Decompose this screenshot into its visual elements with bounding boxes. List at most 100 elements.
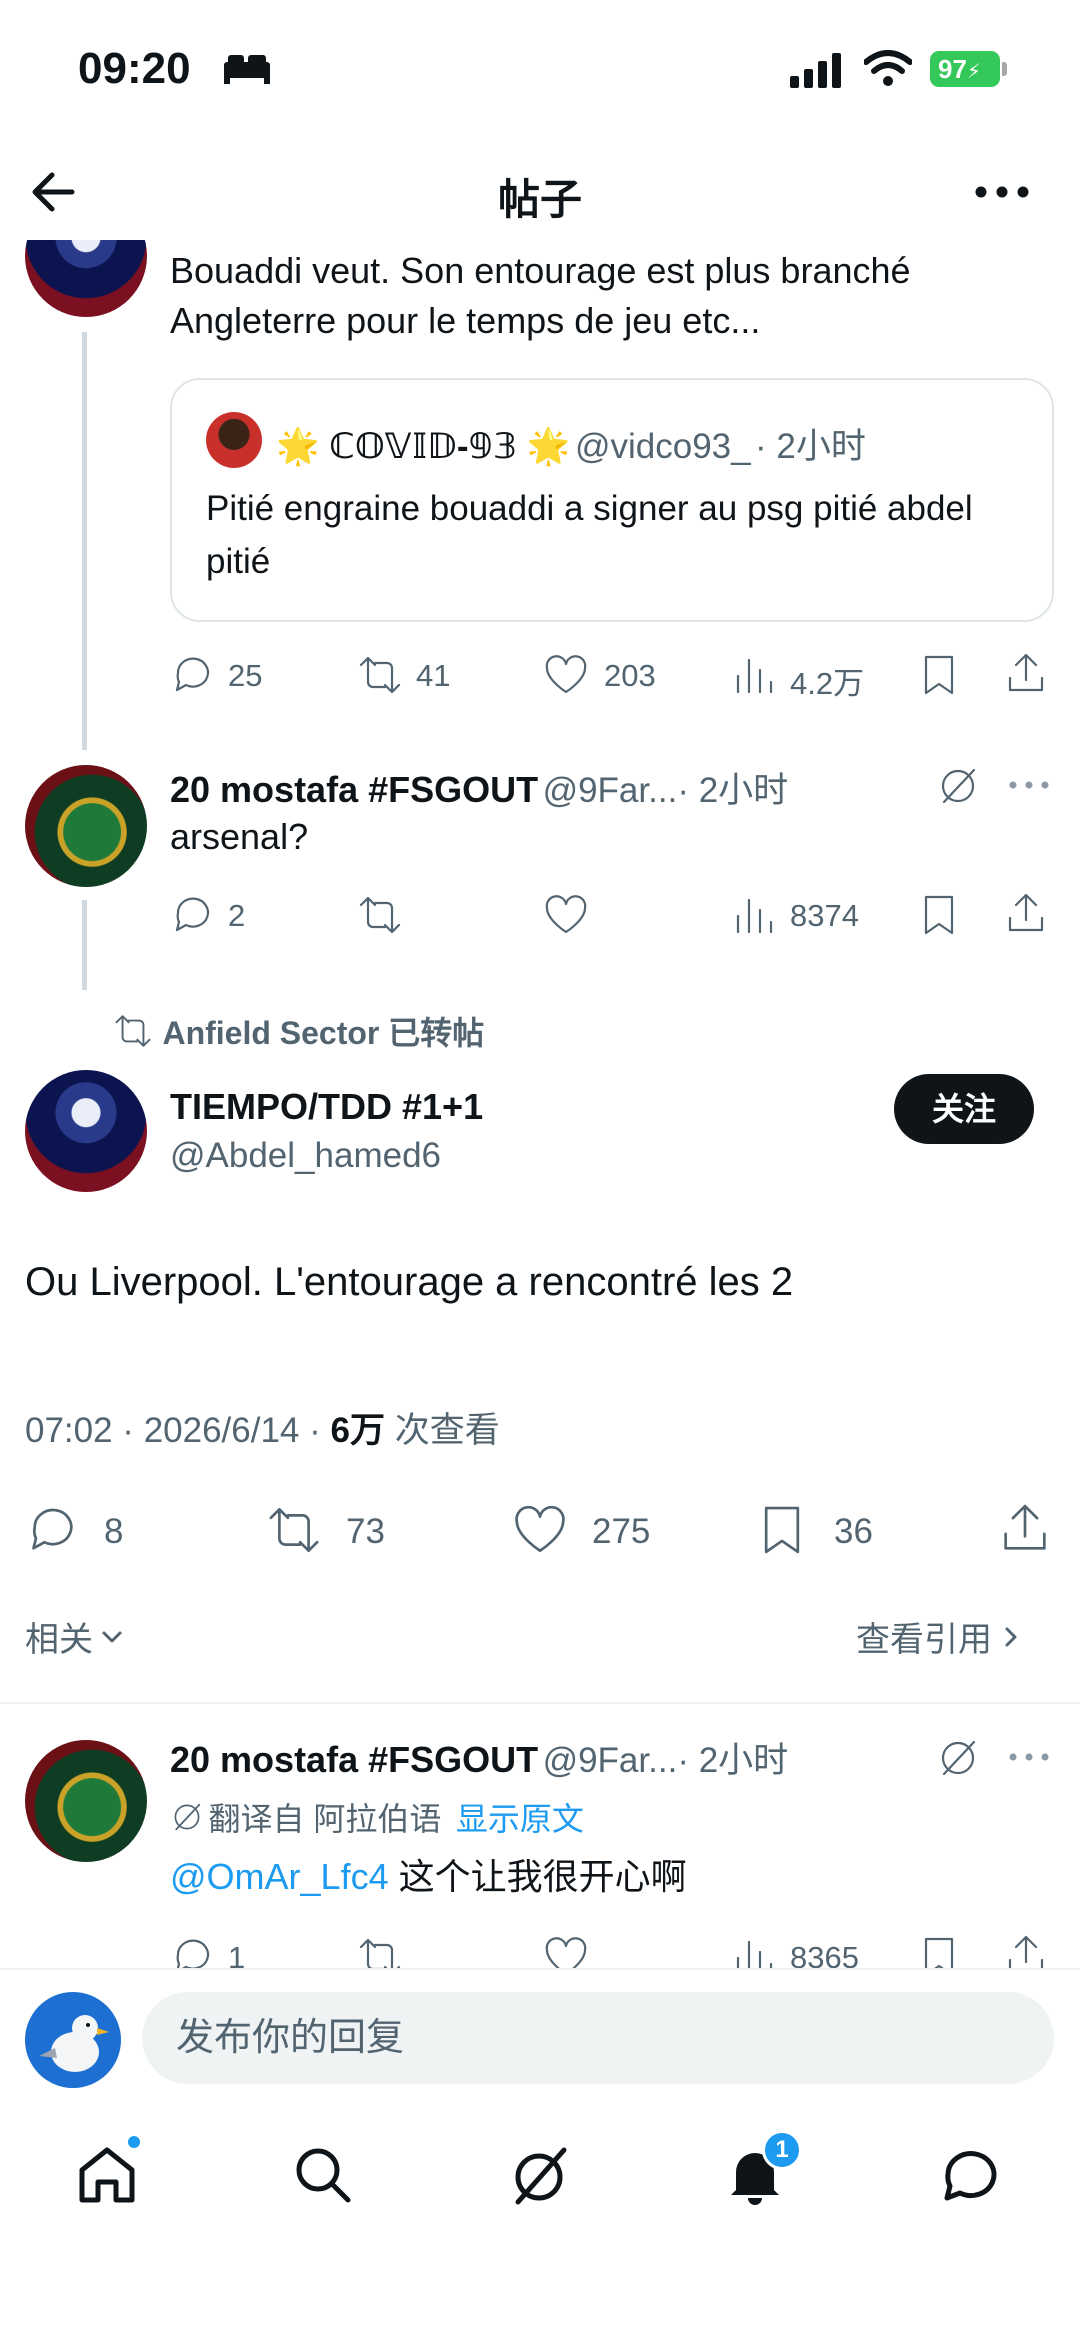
bookmark-icon <box>924 655 954 695</box>
grok-button[interactable] <box>936 764 980 808</box>
retweet-button[interactable] <box>356 892 404 938</box>
mention-link[interactable]: @OmAr_Lfc4 <box>170 1856 389 1897</box>
grok-icon <box>515 2147 567 2205</box>
retweeted-by[interactable]: Anfield Sector 已转帖 <box>112 1008 484 1054</box>
reply-count: 1 <box>228 1940 246 1970</box>
views-chart-icon <box>736 658 773 694</box>
nav-grok[interactable] <box>504 2140 574 2210</box>
retweet-icon <box>115 1015 151 1047</box>
translated-label: 翻译自 阿拉伯语 <box>208 1801 442 1837</box>
chat-icon <box>944 2151 997 2201</box>
reply-tweet-arsenal[interactable]: 20 mostafa #FSGOUT @9Far...· 2小时 arsenal… <box>0 750 1080 990</box>
reply-count: 8 <box>104 1512 124 1551</box>
battery-indicator: 97⚡ <box>930 51 1000 87</box>
seagull-icon <box>39 2015 109 2072</box>
views-count: 8365 <box>790 1940 859 1970</box>
avatar[interactable] <box>25 240 147 317</box>
reply-icon <box>175 897 210 932</box>
share-button[interactable] <box>1004 1932 1048 1970</box>
avatar[interactable] <box>25 765 147 887</box>
action-bar: 25 41 203 4.2万 <box>0 640 1080 710</box>
like-button[interactable] <box>542 892 590 938</box>
chevron-right-icon <box>1005 1627 1017 1646</box>
nav-home[interactable] <box>72 2134 142 2210</box>
page-title: 帖子 <box>497 176 582 223</box>
share-button[interactable] <box>1004 650 1048 698</box>
action-bar: 8 73 275 36 <box>0 1490 1080 1570</box>
view-quotes-link[interactable]: 查看引用 <box>856 1612 1026 1661</box>
quote-avatar <box>206 412 262 468</box>
tweet-more-button[interactable] <box>1008 1752 1050 1762</box>
more-icon <box>1009 1753 1049 1761</box>
share-button[interactable] <box>1004 890 1048 938</box>
nav-search[interactable] <box>288 2140 358 2210</box>
retweet-icon <box>359 1938 401 1970</box>
author-name[interactable]: TIEMPO/TDD #1+1 <box>170 1086 483 1128</box>
avatar[interactable] <box>25 1740 147 1862</box>
bookmark-button[interactable] <box>918 1934 960 1970</box>
author-handle[interactable]: @Abdel_hamed6 <box>170 1136 441 1176</box>
bookmark-button[interactable] <box>756 1502 808 1558</box>
reply-tweet-translated[interactable]: 20 mostafa #FSGOUT @9Far...· 2小时 翻译自 阿拉伯… <box>0 1704 1080 1970</box>
tweet-more-button[interactable] <box>1008 780 1050 790</box>
status-bar: 09:20 97⚡ <box>0 0 1080 140</box>
like-count: 203 <box>604 658 656 693</box>
retweet-button[interactable] <box>264 1502 324 1558</box>
views-button[interactable] <box>732 892 776 938</box>
bookmark-button[interactable] <box>918 652 960 698</box>
reply-count: 25 <box>228 658 263 693</box>
main-tweet: Anfield Sector 已转帖 TIEMPO/TDD #1+1 @Abde… <box>0 990 1080 1690</box>
show-original-link[interactable]: 显示原文 <box>456 1801 584 1837</box>
tweet-views[interactable]: 6万 <box>331 1411 385 1450</box>
home-dot <box>126 2134 142 2150</box>
author-handle: @9Far... <box>542 1741 678 1780</box>
retweet-button[interactable] <box>356 652 404 698</box>
tweet-text: Ou Liverpool. L'entourage a rencontré le… <box>25 1260 794 1304</box>
grok-icon <box>941 1740 976 1776</box>
action-bar: 1 8365 <box>0 1922 1080 1970</box>
like-button[interactable] <box>542 652 590 698</box>
reply-button[interactable] <box>25 1502 81 1558</box>
views-button[interactable] <box>732 652 776 698</box>
search-icon <box>296 2148 351 2203</box>
views-chart-icon <box>736 898 773 934</box>
like-count: 275 <box>592 1512 651 1551</box>
reply-placeholder: 发布你的回复 <box>176 2017 405 2059</box>
tweet-views-suffix: 次查看 <box>384 1411 500 1450</box>
views-count: 4.2万 <box>790 666 865 701</box>
share-icon <box>1008 893 1044 932</box>
chevron-down-icon <box>102 1631 122 1642</box>
avatar[interactable] <box>25 1070 147 1192</box>
like-button[interactable] <box>542 1934 590 1970</box>
share-icon <box>1008 1935 1044 1970</box>
thread-tweet-top[interactable]: Bouaddi veut. Son entourage est plus bra… <box>0 240 1080 750</box>
retweet-button[interactable] <box>356 1934 404 1970</box>
reply-input[interactable]: 发布你的回复 <box>142 1992 1054 2084</box>
related-dropdown[interactable]: 相关 <box>25 1612 127 1661</box>
nav-messages[interactable] <box>936 2140 1006 2210</box>
views-button[interactable] <box>732 1934 776 1970</box>
retweet-count: 73 <box>346 1512 385 1551</box>
grok-button[interactable] <box>936 1736 980 1780</box>
quote-tweet[interactable]: 🌟 ℂ𝕆𝕍𝕀𝔻-𝟡𝟛 🌟 @vidco93_ · 2小时 Pitié engra… <box>170 378 1054 622</box>
bookmark-button[interactable] <box>918 892 960 938</box>
header: 帖子 <box>0 140 1080 240</box>
grok-icon <box>941 768 976 804</box>
signal-icon <box>788 52 844 88</box>
reply-button[interactable] <box>170 652 216 698</box>
reply-button[interactable] <box>170 892 216 938</box>
reply-count: 2 <box>228 898 246 933</box>
notification-badge: 1 <box>762 2130 802 2170</box>
views-chart-icon <box>736 1940 773 1970</box>
view-quotes-label: 查看引用 <box>856 1621 992 1659</box>
related-bar: 相关 查看引用 <box>0 1600 1080 1704</box>
share-button[interactable] <box>998 1500 1052 1558</box>
avatar[interactable] <box>25 1992 121 2088</box>
like-button[interactable] <box>510 1502 570 1558</box>
wifi-icon <box>864 50 912 88</box>
nav-notifications[interactable]: 1 <box>720 2130 802 2210</box>
follow-button[interactable]: 关注 <box>894 1074 1034 1144</box>
more-options-button[interactable] <box>972 182 1032 202</box>
author-name: 20 mostafa #FSGOUT <box>170 1739 539 1780</box>
reply-button[interactable] <box>170 1934 216 1970</box>
